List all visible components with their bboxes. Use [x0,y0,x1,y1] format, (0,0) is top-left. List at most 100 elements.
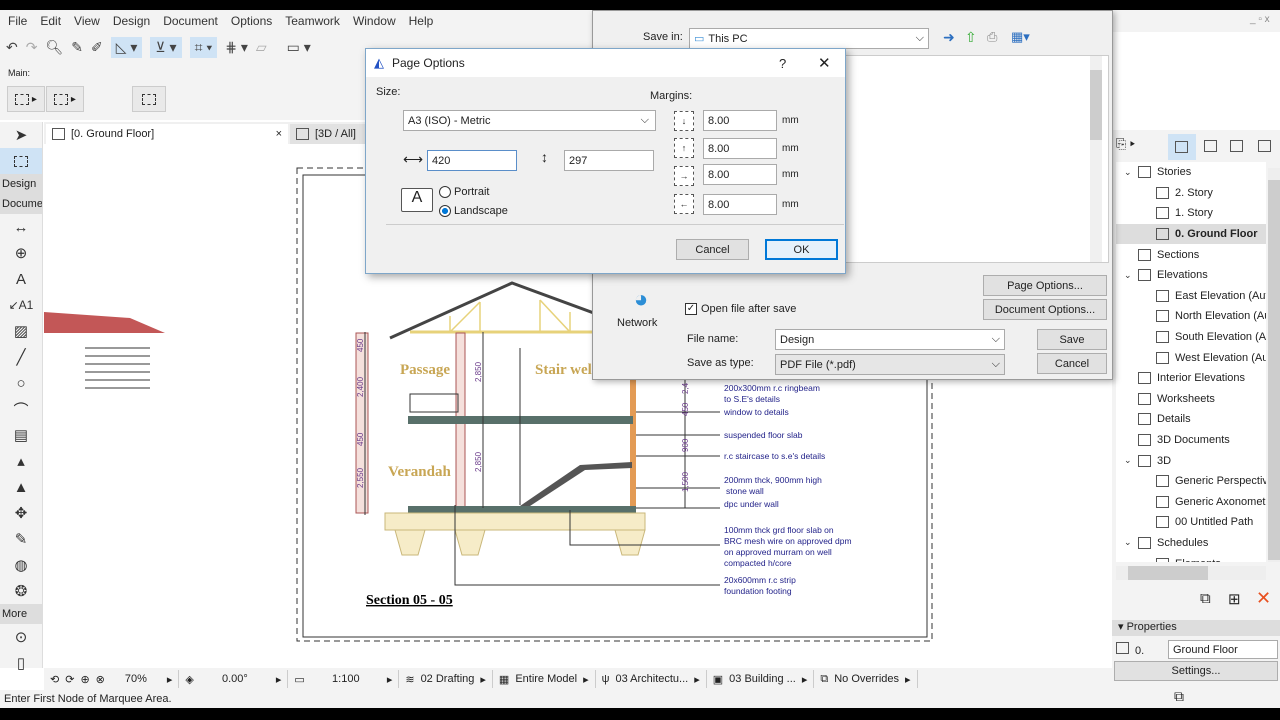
plane-icon[interactable]: ▱ [256,39,267,56]
page-options-button[interactable]: Page Options... [983,275,1107,296]
snap-guides-icon[interactable]: ⊻ ▾ [150,36,182,58]
hotspot-icon[interactable]: ✥ [0,500,42,526]
marquee-single-button[interactable]: ▸ [7,86,45,112]
close-tab-icon[interactable]: × [276,128,282,140]
zoom-back-icon[interactable]: ⟲ [50,673,59,686]
save-as-type-dropdown[interactable]: PDF File (*.pdf) ⌵ [775,354,1005,375]
model-view-control[interactable]: ▦ Entire Model ▸ [493,670,596,688]
delete-icon[interactable]: ✕ [1256,588,1271,609]
navigator-item[interactable]: North Elevation (Au [1116,306,1266,327]
text-tool-icon[interactable]: A [0,266,42,292]
grid-snap-icon[interactable]: ⋕ ▾ [225,39,248,56]
view-settings-icon[interactable]: ⧉ [1200,590,1211,607]
layout-icon[interactable]: ▭ ▾ [287,39,311,56]
undo-icon[interactable]: ↶ [6,39,18,56]
marquee-rect-button[interactable] [132,86,166,112]
document-options-button[interactable]: Document Options... [983,299,1107,320]
view-map-button[interactable] [1204,140,1223,155]
tab-3d-all[interactable]: [3D / All] [290,124,370,144]
find-select-icon[interactable]: 🔍︎ [45,39,63,56]
detail-tool-icon[interactable]: ◍ [0,552,42,578]
eyedropper-icon[interactable]: ✎ [71,39,83,56]
line-tool-icon[interactable]: ╱ [0,344,42,370]
save-in-dropdown[interactable]: ▭ This PC ⌵ [689,28,929,49]
toolbox-more[interactable]: More [0,604,42,624]
bottom-margin-input[interactable]: 8.00 [703,138,777,159]
navigator-mode-icon[interactable]: ⎘ ▸ [1116,136,1135,152]
scale-control[interactable]: ▭ 1:100 ▸ [288,670,400,688]
help-button[interactable]: ? [779,56,786,71]
section-marker-icon[interactable]: ▴ [0,448,42,474]
menu-design[interactable]: Design [113,14,150,28]
navigator-item[interactable]: ⌄ 3D [1116,450,1266,471]
view-menu-icon[interactable]: ▦▾ [1011,29,1030,45]
panel-window-icon[interactable]: ⧉ [1174,688,1184,705]
zoom-controls[interactable]: ⟲ ⟳ ⊕ ⊗ 70% ▸ [44,670,180,688]
tree-scrollbar[interactable] [1268,168,1280,562]
navigator-item[interactable]: 2. Story [1116,183,1266,204]
landscape-radio[interactable]: Landscape [439,205,508,217]
cancel-button[interactable]: Cancel [1037,353,1107,374]
up-folder-icon[interactable]: ⇧ [965,29,977,46]
new-folder-icon[interactable]: ⎙ [987,29,997,45]
navigator-item[interactable]: 0. Ground Floor [1116,223,1266,245]
navigator-item[interactable]: 1. Story [1116,203,1266,224]
height-input[interactable]: 297 [564,150,654,171]
project-map-button[interactable] [1168,134,1196,160]
portrait-radio[interactable]: Portrait [439,186,489,198]
left-margin-input[interactable]: 8.00 [703,164,777,185]
navigator-item[interactable]: 3D Documents [1116,430,1266,451]
menu-teamwork[interactable]: Teamwork [285,14,340,28]
expand-chevron-icon[interactable]: ⌄ [1124,270,1138,281]
settings-button[interactable]: Settings... [1114,661,1278,681]
overrides-control[interactable]: ⧉ No Overrides ▸ [814,670,918,688]
elevation-marker-icon[interactable]: ▲ [0,474,42,500]
zoom-in-icon[interactable]: ⊕ [80,673,89,686]
top-margin-input[interactable]: 8.00 [703,110,777,131]
menu-view[interactable]: View [74,14,100,28]
network-label[interactable]: Network [617,317,657,329]
file-name-input[interactable]: Design ⌵ [775,329,1005,350]
close-icon[interactable]: ✕ [818,54,831,72]
navigator-item[interactable]: Generic Axonometry [1116,492,1266,513]
network-icon[interactable]: ◕ [623,286,659,313]
layout-book-button[interactable] [1230,140,1249,155]
navigator-item[interactable]: Worksheets [1116,389,1266,410]
back-icon[interactable]: ➜ [943,29,955,46]
navigator-item[interactable]: East Elevation (Auto [1116,286,1266,307]
toolbox-design[interactable]: Design [0,174,42,194]
expand-chevron-icon[interactable]: ⌄ [1124,455,1138,466]
navigator-item[interactable]: Sections [1116,244,1266,265]
dimension-control[interactable]: ▣ 03 Building ... ▸ [707,670,815,688]
menu-options[interactable]: Options [231,14,272,28]
fit-icon[interactable]: ⊗ [96,673,105,686]
zoom-forward-icon[interactable]: ⟳ [65,673,74,686]
label-tool-icon[interactable]: ↙A1 [0,292,42,318]
guide-lines-icon[interactable]: ◺ ▾ [110,36,143,58]
save-button[interactable]: Save [1037,329,1107,350]
tree-hscrollbar[interactable] [1116,566,1266,580]
3d-view-icon[interactable]: ▯ [0,650,42,676]
syringe-icon[interactable]: ✐ [91,39,103,56]
tab-ground-floor[interactable]: [0. Ground Floor] × [46,124,288,144]
pen-set-control[interactable]: ψ 03 Architectu... ▸ [596,670,707,688]
navigator-item[interactable]: Generic Perspective [1116,471,1266,492]
drawing-tool-icon[interactable]: ▤ [0,422,42,448]
ok-button[interactable]: OK [765,239,838,260]
file-list-scrollbar[interactable] [1090,56,1102,262]
right-margin-input[interactable]: 8.00 [703,194,777,215]
cancel-button[interactable]: Cancel [676,239,749,260]
navigator-item[interactable]: 00 Untitled Path [1116,512,1266,533]
rotation-control[interactable]: ◈ 0.00° ▸ [179,670,289,688]
arrow-tool-icon[interactable]: ➤ [0,122,42,148]
window-controls[interactable]: _ ▫ x [1250,14,1270,25]
menu-file[interactable]: File [8,14,27,28]
navigator-item[interactable]: South Elevation (Au [1116,327,1266,348]
navigator-item[interactable]: Elements [1116,553,1266,562]
circle-tool-icon[interactable]: ○ [0,370,42,396]
new-view-icon[interactable]: ⊞ [1228,590,1241,608]
marquee-tool-icon[interactable] [0,148,42,174]
navigator-item[interactable]: Interior Elevations [1116,368,1266,389]
open-after-save-checkbox[interactable]: ✓ Open file after save [685,303,796,315]
publisher-button[interactable] [1258,140,1277,155]
